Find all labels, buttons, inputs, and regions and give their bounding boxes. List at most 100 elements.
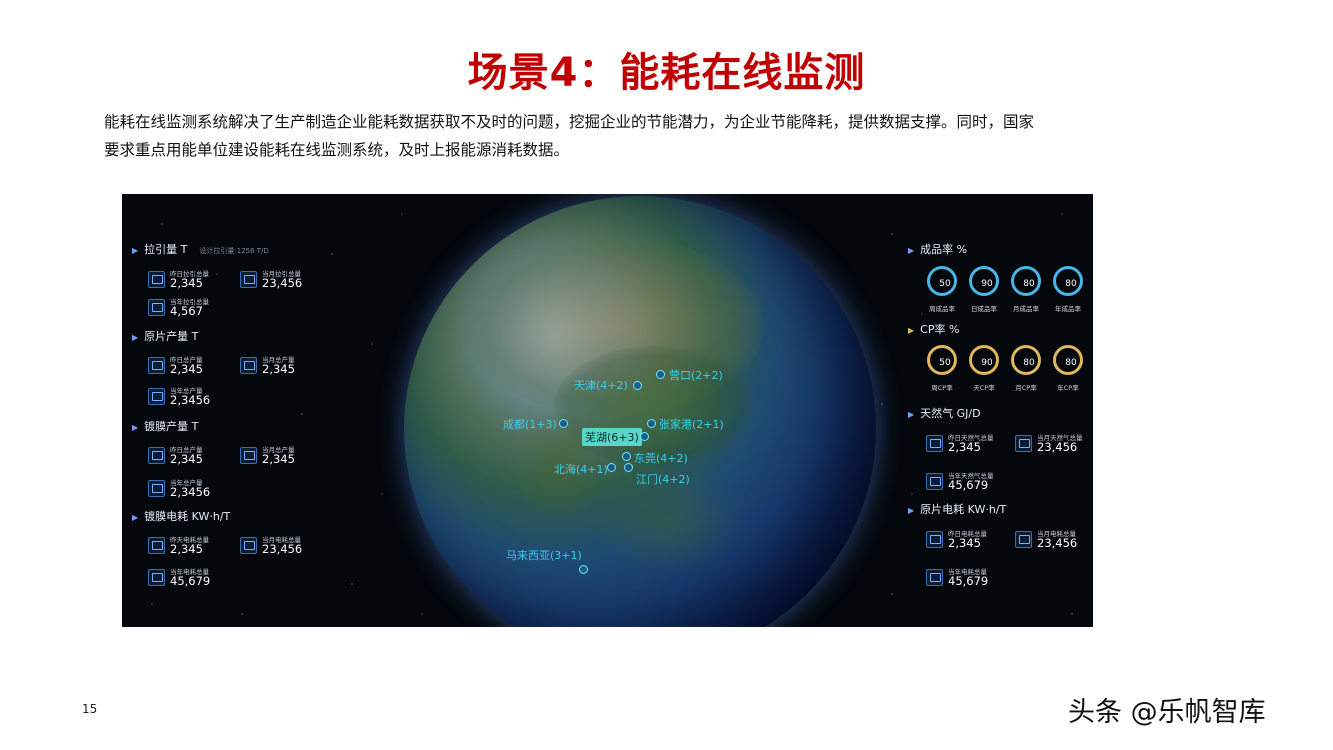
stat-value: 2,345 <box>948 536 981 550</box>
city-marker-icon[interactable] <box>633 381 642 390</box>
gauge-label: 周CP率 <box>931 384 953 392</box>
gauge-value: 50 <box>939 279 951 289</box>
gauge-value: 50 <box>939 358 951 368</box>
city-marker-icon[interactable] <box>624 463 633 472</box>
section-raw-output: ▶ 原片产量 T <box>132 328 198 344</box>
section-title: 原片产量 <box>144 330 189 343</box>
triangle-right-icon: ▶ <box>132 513 139 522</box>
city-label[interactable]: 北海(4+1) <box>554 461 608 477</box>
section-unit: KW·h/T <box>191 510 231 523</box>
city-label[interactable]: 营口(2+2) <box>669 367 723 383</box>
intro-line-1: 能耗在线监测系统解决了生产制造企业能耗数据获取不及时的问题，挖掘企业的节能潜力，… <box>104 113 1035 131</box>
slide-title: 场景4：能耗在线监测 <box>467 50 866 96</box>
section-title: 镀膜电耗 <box>144 510 189 523</box>
section-raw-power: ▶ 原片电耗 KW·h/T <box>908 501 1006 517</box>
calendar-icon <box>240 357 257 374</box>
section-draw: ▶ 拉引量 T 设计拉引量:1256 T/D <box>132 241 269 257</box>
calendar-icon <box>148 271 165 288</box>
section-title: 拉引量 <box>144 243 178 256</box>
gauge-label: 年成品率 <box>1055 305 1081 313</box>
gauge-value: 80 <box>1065 358 1077 368</box>
section-title: 成品率 <box>920 243 954 256</box>
gauge-label: 年CP率 <box>1057 384 1079 392</box>
calendar-icon <box>1015 435 1032 452</box>
triangle-right-icon: ▶ <box>908 326 915 335</box>
cp-gauge: 90 <box>969 345 999 375</box>
stat-value: 2,345 <box>170 362 203 376</box>
intro-line-2: 要求重点用能单位建设能耗在线监测系统，及时上报能源消耗数据。 <box>104 141 570 159</box>
dashboard-image: 营口(2+2) 天津(4+2) 成都(1+3) 张家港(2+1) 芜湖(6+3)… <box>122 194 1093 627</box>
stat-card: 当年总产量 2,3456 <box>148 383 268 409</box>
calendar-icon <box>926 435 943 452</box>
city-marker-icon[interactable] <box>622 452 631 461</box>
section-unit: % <box>956 243 968 256</box>
section-title: 原片电耗 <box>920 503 965 516</box>
section-title: 镀膜产量 <box>144 420 189 433</box>
stat-value: 2,345 <box>170 276 203 290</box>
cp-gauge: 80 <box>1053 345 1083 375</box>
stat-card: 当年电耗总量 45,679 <box>926 564 1046 590</box>
city-marker-icon[interactable] <box>607 463 616 472</box>
stat-card: 当月电耗总量 23,456 <box>240 532 360 558</box>
stat-value: 23,456 <box>1037 440 1078 454</box>
calendar-icon <box>148 447 165 464</box>
triangle-right-icon: ▶ <box>132 333 139 342</box>
triangle-right-icon: ▶ <box>132 246 139 255</box>
gauge-label: 日成品率 <box>971 305 997 313</box>
stat-value: 23,456 <box>262 542 303 556</box>
stat-value: 2,345 <box>170 542 203 556</box>
stat-value: 45,679 <box>170 574 211 588</box>
city-label[interactable]: 马来西亚(3+1) <box>506 547 582 563</box>
gauge-value: 80 <box>1065 279 1077 289</box>
cp-gauge: 50 <box>927 345 957 375</box>
section-unit: T <box>191 420 199 433</box>
calendar-icon <box>148 480 165 497</box>
section-cp: ▶ CP率 % <box>908 321 959 337</box>
city-label-highlighted[interactable]: 芜湖(6+3) <box>582 428 642 446</box>
triangle-right-icon: ▶ <box>908 246 915 255</box>
stat-value: 23,456 <box>1037 536 1078 550</box>
section-coating-output: ▶ 镀膜产量 T <box>132 418 198 434</box>
section-unit: T <box>180 243 188 256</box>
section-unit: % <box>948 323 960 336</box>
gauge-label: 月CP率 <box>1015 384 1037 392</box>
city-marker-icon[interactable] <box>559 419 568 428</box>
cp-gauge: 80 <box>1011 345 1041 375</box>
stat-value: 2,345 <box>262 452 295 466</box>
triangle-right-icon: ▶ <box>908 410 915 419</box>
city-label[interactable]: 成都(1+3) <box>503 416 557 432</box>
stat-value: 2,345 <box>948 440 981 454</box>
calendar-icon <box>148 569 165 586</box>
city-label[interactable]: 天津(4+2) <box>574 377 628 393</box>
stat-value: 2,3456 <box>170 485 211 499</box>
section-gas: ▶ 天然气 GJ/D <box>908 405 981 421</box>
calendar-icon <box>240 271 257 288</box>
intro-paragraph: 能耗在线监测系统解决了生产制造企业能耗数据获取不及时的问题，挖掘企业的节能潜力，… <box>104 108 1114 164</box>
city-label[interactable]: 江门(4+2) <box>636 471 690 487</box>
triangle-right-icon: ▶ <box>132 423 139 432</box>
gauge-label: 月成品率 <box>1013 305 1039 313</box>
yield-gauge: 90 <box>969 266 999 296</box>
city-marker-icon[interactable] <box>656 370 665 379</box>
calendar-icon <box>240 447 257 464</box>
city-marker-icon[interactable] <box>579 565 588 574</box>
stat-card: 当月总产量 2,345 <box>240 352 360 378</box>
city-label[interactable]: 东莞(4+2) <box>634 450 688 466</box>
stat-card: 当年拉引总量 4,567 <box>148 294 268 320</box>
calendar-icon <box>926 531 943 548</box>
city-marker-icon[interactable] <box>647 419 656 428</box>
city-label[interactable]: 张家港(2+1) <box>659 416 724 432</box>
calendar-icon <box>1015 531 1032 548</box>
stat-value: 45,679 <box>948 478 989 492</box>
stat-card: 当月拉引总量 23,456 <box>240 266 360 292</box>
section-unit: T <box>191 330 199 343</box>
city-marker-icon[interactable] <box>640 432 649 441</box>
stat-value: 2,345 <box>170 452 203 466</box>
stat-value: 45,679 <box>948 574 989 588</box>
stat-card: 当年天然气总量 45,679 <box>926 468 1046 494</box>
stat-value: 23,456 <box>262 276 303 290</box>
gauge-value: 90 <box>981 358 993 368</box>
section-subtitle: 设计拉引量:1256 T/D <box>199 247 269 255</box>
gauge-label: 天CP率 <box>973 384 995 392</box>
gauge-value: 80 <box>1023 279 1035 289</box>
